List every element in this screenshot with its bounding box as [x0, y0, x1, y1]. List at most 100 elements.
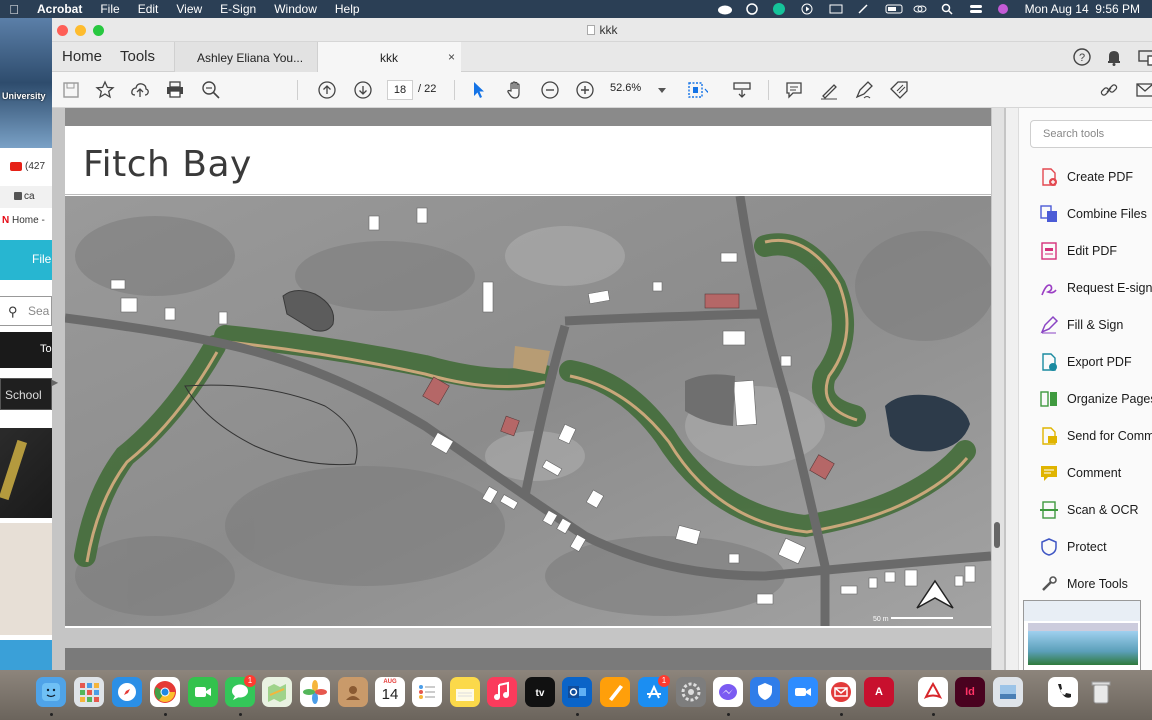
close-tab-icon[interactable]: ×: [448, 50, 455, 64]
tool-protect[interactable]: Protect: [1039, 534, 1152, 560]
mail-app-icon[interactable]: [826, 677, 856, 707]
background-search-input[interactable]: Sea: [0, 296, 52, 326]
battery-icon[interactable]: [885, 3, 903, 15]
facetime-icon[interactable]: [188, 677, 218, 707]
vertical-scrollbar[interactable]: [992, 108, 1004, 670]
zoom-in-icon[interactable]: [574, 79, 596, 101]
menu-window[interactable]: Window: [265, 2, 326, 16]
tool-scan-ocr[interactable]: Scan & OCR: [1039, 497, 1152, 523]
chevron-down-icon[interactable]: [658, 88, 666, 93]
comment-icon[interactable]: [783, 79, 805, 101]
document-tab-active[interactable]: kkk ×: [318, 42, 461, 72]
menu-view[interactable]: View: [167, 2, 211, 16]
chrome-icon[interactable]: [150, 677, 180, 707]
siri-icon[interactable]: [997, 3, 1011, 15]
tool-more-tools[interactable]: More Tools: [1039, 571, 1152, 597]
phone-icon[interactable]: [1048, 677, 1078, 707]
display-icon[interactable]: [829, 3, 843, 15]
upload-cloud-icon[interactable]: [129, 79, 151, 101]
apple-menu-icon[interactable]: : [0, 2, 28, 17]
system-settings-icon[interactable]: [676, 677, 706, 707]
reminders-icon[interactable]: [412, 677, 442, 707]
menu-help[interactable]: Help: [326, 2, 369, 16]
notes-icon[interactable]: [450, 677, 480, 707]
pages-icon[interactable]: [600, 677, 630, 707]
tool-organize-pages[interactable]: Organize Pages: [1039, 386, 1152, 412]
pen-icon[interactable]: [857, 3, 871, 15]
page-number-input[interactable]: 18: [387, 80, 413, 100]
tool-export-pdf[interactable]: Export PDF: [1039, 349, 1152, 375]
tool-comment[interactable]: Comment: [1039, 460, 1152, 486]
zoom-app-icon[interactable]: [788, 677, 818, 707]
files-button[interactable]: File: [0, 240, 52, 280]
menu-bar-clock[interactable]: Mon Aug 14 9:56 PM: [1025, 2, 1140, 16]
maps-icon[interactable]: [262, 677, 292, 707]
spotlight-search-icon[interactable]: [941, 3, 955, 15]
zoom-out-icon[interactable]: [539, 79, 561, 101]
devices-icon[interactable]: [1136, 47, 1152, 67]
wifi-sync-icon[interactable]: [745, 3, 759, 15]
privacy-shield-icon[interactable]: [750, 677, 780, 707]
sign-pen-icon[interactable]: [853, 79, 875, 101]
grammarly-icon[interactable]: [772, 3, 787, 15]
bookmark-star-icon[interactable]: [94, 79, 116, 101]
school-button[interactable]: School: [0, 378, 52, 410]
tool-fill-sign[interactable]: Fill & Sign: [1039, 312, 1152, 338]
print-icon[interactable]: [164, 79, 186, 101]
search-tools-input[interactable]: Search tools: [1030, 120, 1152, 148]
safari-icon[interactable]: [112, 677, 142, 707]
help-icon[interactable]: ?: [1072, 47, 1092, 67]
adobe-acrobat-icon[interactable]: [918, 677, 948, 707]
highlight-pen-icon[interactable]: [818, 79, 840, 101]
youtube-tab[interactable]: (427: [10, 161, 45, 172]
launchpad-icon[interactable]: [74, 677, 104, 707]
select-arrow-icon[interactable]: [468, 79, 490, 101]
tool-create-pdf[interactable]: Create PDF: [1039, 164, 1152, 190]
home-tab[interactable]: Home: [62, 48, 102, 65]
zoom-search-icon[interactable]: [200, 79, 222, 101]
music-icon[interactable]: [487, 677, 517, 707]
tool-send-for-comments[interactable]: Send for Comme: [1039, 423, 1152, 449]
share-link-icon[interactable]: [1098, 79, 1120, 101]
menu-file[interactable]: File: [91, 2, 128, 16]
notifications-bell-icon[interactable]: [1104, 47, 1124, 67]
youtube-icon: [10, 162, 22, 171]
document-viewport[interactable]: Fitch Bay 50 m ▶: [52, 108, 1006, 670]
address-bar[interactable]: ca: [0, 186, 52, 208]
acrobat-cad-icon[interactable]: A: [864, 677, 894, 707]
preview-icon[interactable]: [993, 677, 1023, 707]
email-icon[interactable]: [1134, 79, 1152, 101]
apple-tv-icon[interactable]: tv: [525, 677, 555, 707]
tool-combine-files[interactable]: Combine Files: [1039, 201, 1152, 227]
indesign-icon[interactable]: Id: [955, 677, 985, 707]
app-menu[interactable]: Acrobat: [28, 2, 91, 16]
outlook-icon[interactable]: [562, 677, 592, 707]
page-fit-icon[interactable]: [686, 79, 708, 101]
control-center-icon[interactable]: [969, 3, 983, 15]
creative-cloud-icon[interactable]: [717, 3, 732, 15]
save-icon[interactable]: [60, 79, 82, 101]
previous-page-icon[interactable]: [316, 79, 338, 101]
document-tab[interactable]: Ashley Eliana You...: [174, 42, 318, 72]
keyboard-scroll-icon[interactable]: [731, 79, 753, 101]
next-page-icon[interactable]: [352, 79, 374, 101]
calendar-icon[interactable]: AUG 14: [375, 677, 405, 707]
contacts-icon[interactable]: [338, 677, 368, 707]
link-icon[interactable]: [913, 3, 927, 15]
netflix-bookmark[interactable]: N Home -: [2, 215, 45, 226]
redact-stamp-icon[interactable]: [888, 79, 910, 101]
play-icon[interactable]: [801, 3, 815, 15]
screenshot-preview-thumbnail[interactable]: [1023, 600, 1141, 670]
tool-request-esignatures[interactable]: Request E-signa: [1039, 275, 1152, 301]
menu-esign[interactable]: E-Sign: [211, 2, 265, 16]
messenger-icon[interactable]: [713, 677, 743, 707]
photos-icon[interactable]: [300, 677, 330, 707]
tools-tab[interactable]: Tools: [120, 48, 155, 65]
menu-edit[interactable]: Edit: [129, 2, 168, 16]
trash-icon[interactable]: [1086, 677, 1116, 707]
finder-icon[interactable]: [36, 677, 66, 707]
collapse-left-panel-icon[interactable]: ▶: [52, 378, 58, 387]
hand-tool-icon[interactable]: [504, 79, 526, 101]
scrollbar-thumb[interactable]: [994, 522, 1000, 548]
tool-edit-pdf[interactable]: Edit PDF: [1039, 238, 1152, 264]
